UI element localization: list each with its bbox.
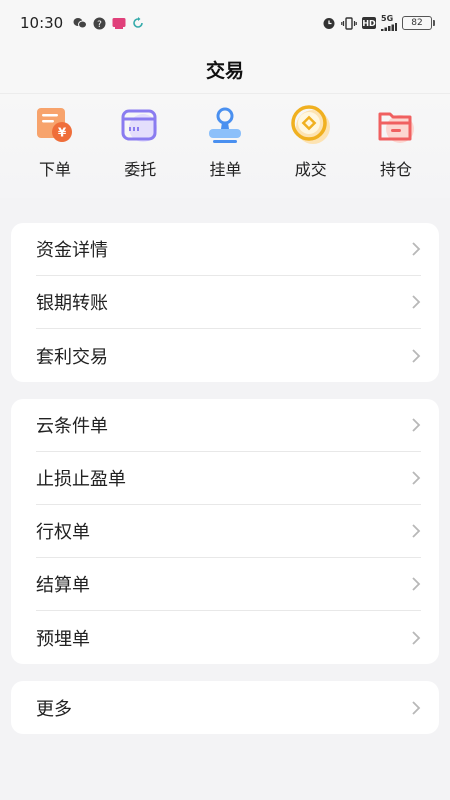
svg-text:?: ? <box>97 20 102 30</box>
menu-item-fund-details[interactable]: 资金详情 <box>36 223 421 276</box>
quick-action-label: 持仓 <box>379 160 412 179</box>
network-type: 5G <box>381 14 394 23</box>
chevron-right-icon <box>412 630 421 645</box>
menu-item-cloud-condition-order[interactable]: 云条件单 <box>36 399 421 452</box>
menu-item-label: 资金详情 <box>36 240 108 261</box>
sync-icon <box>132 17 144 29</box>
menu-group-orders: 云条件单 止损止盈单 行权单 结算单 预埋单 <box>11 399 439 664</box>
status-bar: 10:30 ? HD 5G 82 <box>0 0 450 46</box>
menu-item-label: 云条件单 <box>36 416 108 437</box>
menu-item-stop-loss-profit[interactable]: 止损止盈单 <box>36 452 421 505</box>
deal-icon <box>291 105 330 144</box>
chevron-right-icon <box>412 295 421 309</box>
status-left: 10:30 ? <box>20 14 144 32</box>
quick-action-pending[interactable]: 挂单 <box>184 94 268 198</box>
battery-indicator: 82 <box>402 16 435 30</box>
wechat-icon <box>73 17 88 29</box>
page-title: 交易 <box>205 60 244 82</box>
menu-item-settlement[interactable]: 结算单 <box>36 558 421 611</box>
chevron-right-icon <box>412 348 421 363</box>
chevron-right-icon <box>412 418 421 432</box>
entrust-icon <box>121 109 158 142</box>
quick-action-position[interactable]: 持仓 <box>354 94 438 198</box>
quick-action-entrust[interactable]: 委托 <box>98 94 182 198</box>
quick-action-order[interactable]: ¥ 下单 <box>13 94 97 198</box>
quick-action-label: 下单 <box>38 160 71 179</box>
signal-icon: 5G <box>381 15 397 31</box>
alarm-icon <box>322 16 336 30</box>
menu-item-more[interactable]: 更多 <box>36 681 421 734</box>
help-icon: ? <box>93 17 106 30</box>
position-icon <box>378 112 414 143</box>
quick-action-label: 委托 <box>124 160 157 179</box>
pending-order-icon <box>208 107 241 143</box>
menu-item-label: 结算单 <box>36 575 90 596</box>
chevron-right-icon <box>412 471 421 485</box>
menu-item-arbitrage[interactable]: 套利交易 <box>36 329 421 382</box>
quick-actions: ¥ 下单 委托 挂单 成交 持仓 <box>0 94 450 198</box>
chevron-right-icon <box>412 524 421 538</box>
menu-item-bank-transfer[interactable]: 银期转账 <box>36 276 421 329</box>
menu-group-funds: 资金详情 银期转账 套利交易 <box>11 223 439 382</box>
menu-item-preset-order[interactable]: 预埋单 <box>36 611 421 664</box>
menu-item-label: 套利交易 <box>36 346 108 368</box>
menu-item-label: 更多 <box>36 698 72 720</box>
svg-text:HD: HD <box>362 19 376 28</box>
chevron-right-icon <box>412 242 421 256</box>
menu-item-exercise-order[interactable]: 行权单 <box>36 505 421 558</box>
menu-item-label: 行权单 <box>36 522 90 543</box>
app-notification-icon <box>112 17 126 30</box>
menu-item-label: 止损止盈单 <box>36 469 126 490</box>
chevron-right-icon <box>412 577 421 591</box>
chevron-right-icon <box>412 700 421 715</box>
status-right: HD 5G 82 <box>322 15 435 31</box>
quick-action-label: 成交 <box>294 160 327 179</box>
order-icon: ¥ <box>37 108 72 142</box>
quick-action-deal[interactable]: 成交 <box>269 94 353 198</box>
quick-action-label: 挂单 <box>209 160 242 179</box>
vibrate-icon <box>341 16 357 30</box>
menu-item-label: 预埋单 <box>36 628 90 650</box>
menu-item-label: 银期转账 <box>36 293 108 314</box>
hd-icon: HD <box>362 17 376 29</box>
svg-text:¥: ¥ <box>58 126 67 140</box>
page-header: 交易 <box>0 46 450 94</box>
menu-group-more: 更多 <box>11 681 439 734</box>
status-time: 10:30 <box>20 14 64 32</box>
